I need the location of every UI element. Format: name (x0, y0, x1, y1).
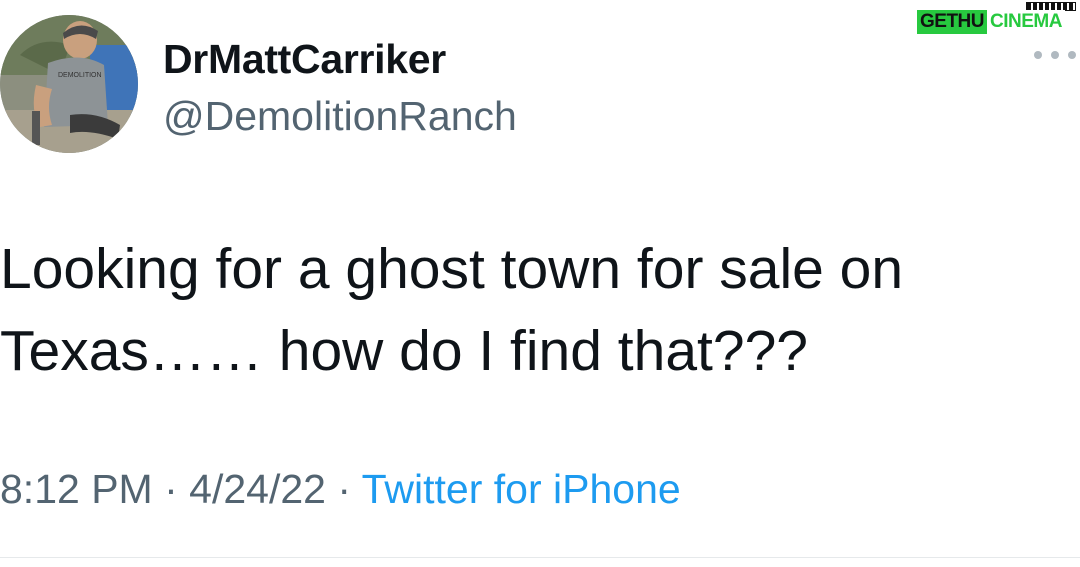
avatar[interactable]: DEMOLITION (0, 15, 138, 153)
watermark-logo: GETHU CINEMA (917, 0, 1080, 38)
tweet-time[interactable]: 8:12 PM (0, 466, 153, 512)
watermark-text-part2: CINEMA (987, 10, 1065, 34)
tweet-text-line-1: Looking for a ghost town for sale on (0, 237, 904, 301)
more-horizontal-icon (1068, 51, 1076, 59)
divider (0, 557, 1080, 558)
more-horizontal-icon (1034, 51, 1042, 59)
tweet-card: DEMOLITION DrMattCarriker @DemolitionRan… (0, 0, 1080, 567)
avatar-photo: DEMOLITION (0, 15, 138, 153)
tweet-text: Looking for a ghost town for sale on Tex… (0, 228, 1070, 392)
more-options-button[interactable] (1034, 40, 1076, 70)
meta-separator: · (152, 466, 190, 512)
tweet-text-line-2: Texas…… how do I find that??? (0, 319, 808, 383)
user-handle[interactable]: @DemolitionRanch (163, 93, 517, 140)
svg-text:DEMOLITION: DEMOLITION (58, 72, 102, 79)
meta-separator: · (325, 466, 362, 512)
tweet-date[interactable]: 4/24/22 (189, 466, 326, 512)
tweet-source-link[interactable]: Twitter for iPhone (362, 466, 681, 512)
more-horizontal-icon (1051, 51, 1059, 59)
watermark-text-part1: GETHU (917, 10, 987, 34)
tweet-meta: 8:12 PM · 4/24/22 · Twitter for iPhone (0, 466, 681, 513)
display-name[interactable]: DrMattCarriker (163, 36, 446, 83)
